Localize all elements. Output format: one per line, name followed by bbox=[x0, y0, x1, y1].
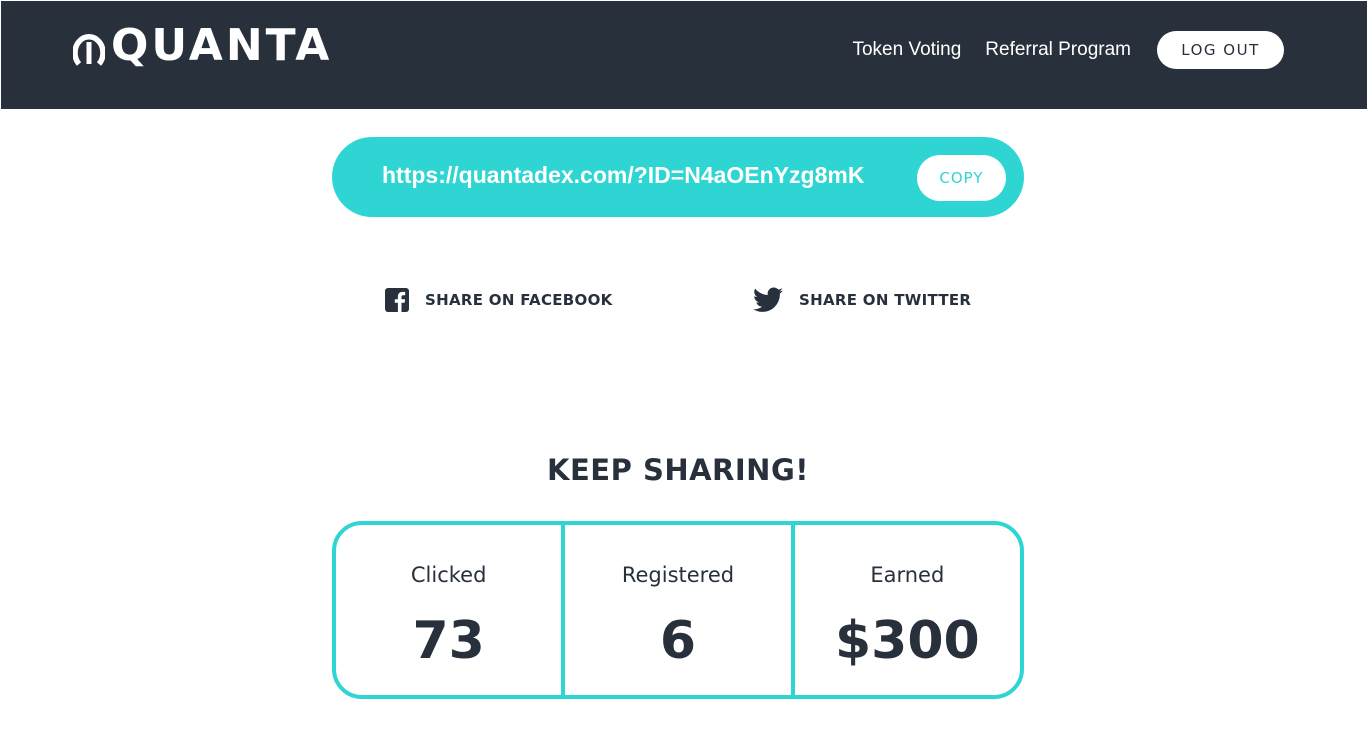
referral-link-bar: https://quantadex.com/?ID=N4aOEnYzg8mK C… bbox=[332, 137, 1024, 217]
stat-clicked-label: Clicked bbox=[410, 563, 487, 587]
quanta-logo[interactable]: QUANTA bbox=[73, 23, 332, 69]
share-twitter-link[interactable]: SHARE ON TWITTER bbox=[753, 285, 971, 315]
stat-registered-value: 6 bbox=[659, 611, 697, 671]
share-facebook-link[interactable]: SHARE ON FACEBOOK bbox=[385, 285, 613, 315]
referral-stats-panel: Clicked 73 Registered 6 Earned $300 bbox=[332, 521, 1024, 699]
keep-sharing-title: KEEP SHARING! bbox=[547, 453, 809, 487]
referral-url[interactable]: https://quantadex.com/?ID=N4aOEnYzg8mK bbox=[382, 162, 864, 189]
stat-clicked: Clicked 73 bbox=[336, 525, 561, 695]
share-facebook-label: SHARE ON FACEBOOK bbox=[425, 291, 613, 309]
twitter-icon bbox=[753, 285, 783, 315]
stat-clicked-value: 73 bbox=[412, 611, 485, 671]
logout-button[interactable]: LOG OUT bbox=[1157, 31, 1284, 69]
main-nav: Token Voting Referral Program LOG OUT bbox=[852, 31, 1284, 69]
stat-earned-label: Earned bbox=[870, 563, 945, 587]
stat-earned-value: $300 bbox=[834, 611, 980, 671]
share-twitter-label: SHARE ON TWITTER bbox=[799, 291, 972, 309]
logo-text: QUANTA bbox=[111, 20, 333, 71]
nav-token-voting[interactable]: Token Voting bbox=[852, 39, 961, 61]
top-navbar: QUANTA Token Voting Referral Program LOG… bbox=[1, 1, 1367, 109]
copy-button[interactable]: COPY bbox=[917, 155, 1006, 201]
nav-referral-program[interactable]: Referral Program bbox=[985, 39, 1131, 61]
quanta-logo-icon bbox=[73, 34, 105, 66]
stat-earned: Earned $300 bbox=[790, 525, 1020, 695]
facebook-icon bbox=[385, 285, 409, 315]
stat-registered: Registered 6 bbox=[561, 525, 790, 695]
stat-registered-label: Registered bbox=[621, 563, 735, 587]
